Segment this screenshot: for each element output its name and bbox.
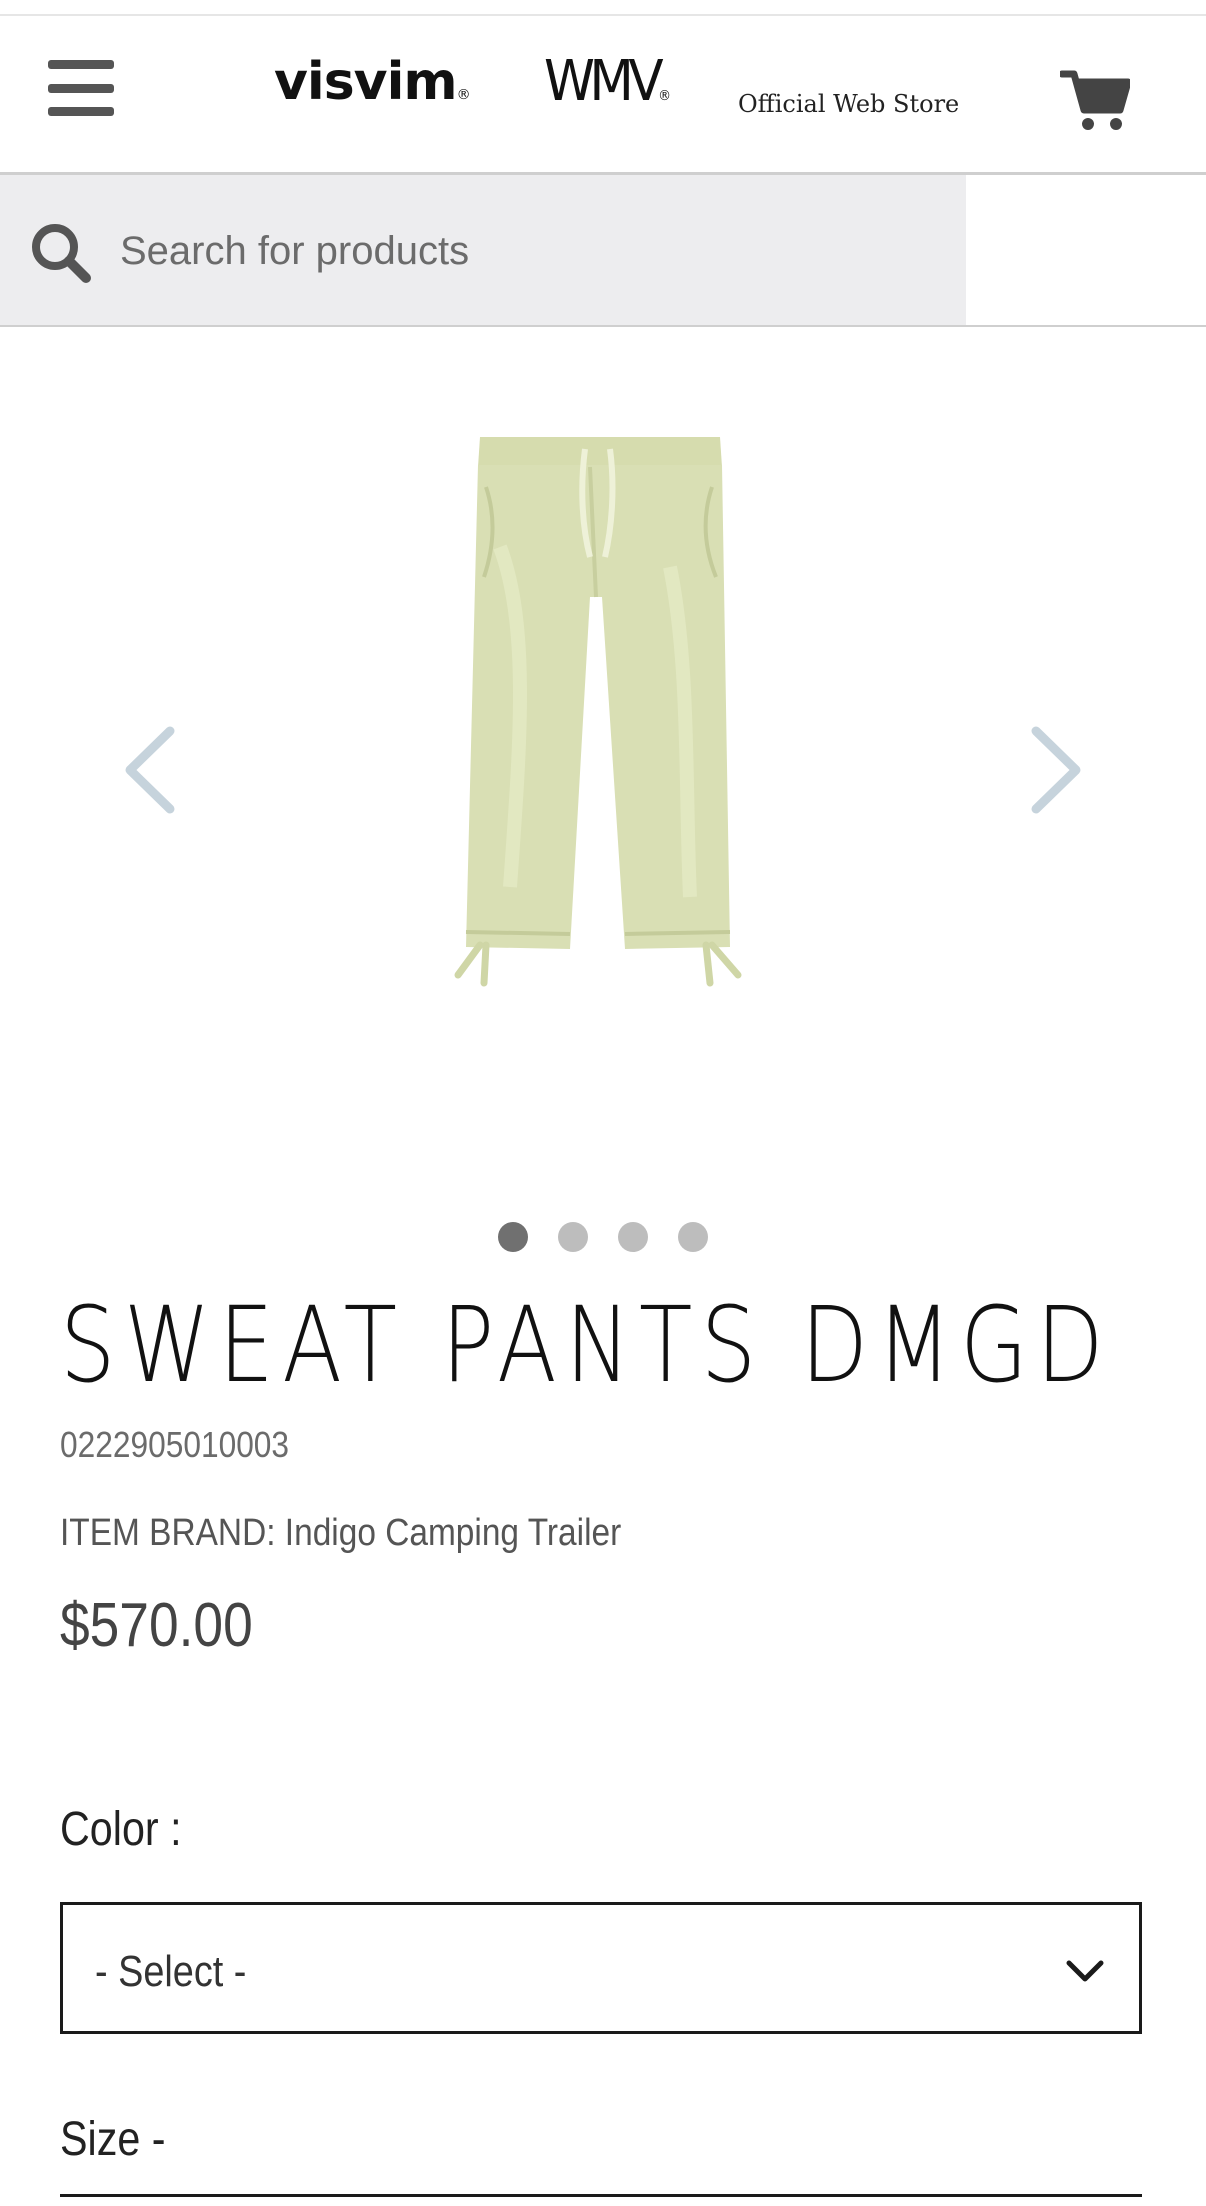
carousel-dot-3[interactable] xyxy=(618,1222,648,1252)
product-brand: ITEM BRAND: Indigo Camping Trailer xyxy=(60,1512,622,1554)
carousel-pagination xyxy=(0,1222,1206,1252)
search-bar[interactable] xyxy=(0,175,966,325)
product-sku: 0222905010003 xyxy=(60,1424,290,1465)
chevron-left-icon[interactable] xyxy=(120,725,180,815)
search-icon[interactable] xyxy=(28,220,94,286)
store-label: Official Web Store xyxy=(738,90,960,118)
site-header: visvim® WMV® Official Web Store xyxy=(0,16,1206,175)
product-title: SWEAT PANTS DMGD xyxy=(60,1284,1112,1406)
carousel-dot-1[interactable] xyxy=(498,1222,528,1252)
chevron-right-icon[interactable] xyxy=(1026,725,1086,815)
color-label: Color : xyxy=(60,1803,182,1856)
product-image[interactable] xyxy=(440,427,760,987)
size-label: Size - xyxy=(60,2113,166,2166)
carousel-dot-4[interactable] xyxy=(678,1222,708,1252)
product-price: $570.00 xyxy=(60,1591,253,1660)
color-select-value: - Select - xyxy=(95,1947,247,1996)
color-select[interactable]: - Select - xyxy=(60,1902,1142,2034)
size-select-underline[interactable] xyxy=(60,2194,1142,2197)
product-image-carousel[interactable] xyxy=(0,327,1206,1207)
search-input[interactable] xyxy=(120,215,940,287)
hamburger-menu-icon[interactable] xyxy=(48,60,114,116)
shopping-cart-icon[interactable] xyxy=(1058,68,1132,134)
chevron-down-icon xyxy=(1065,1955,1105,1985)
visvim-logo[interactable]: visvim® xyxy=(274,56,471,108)
carousel-dot-2[interactable] xyxy=(558,1222,588,1252)
wmv-logo[interactable]: WMV® xyxy=(544,54,671,110)
